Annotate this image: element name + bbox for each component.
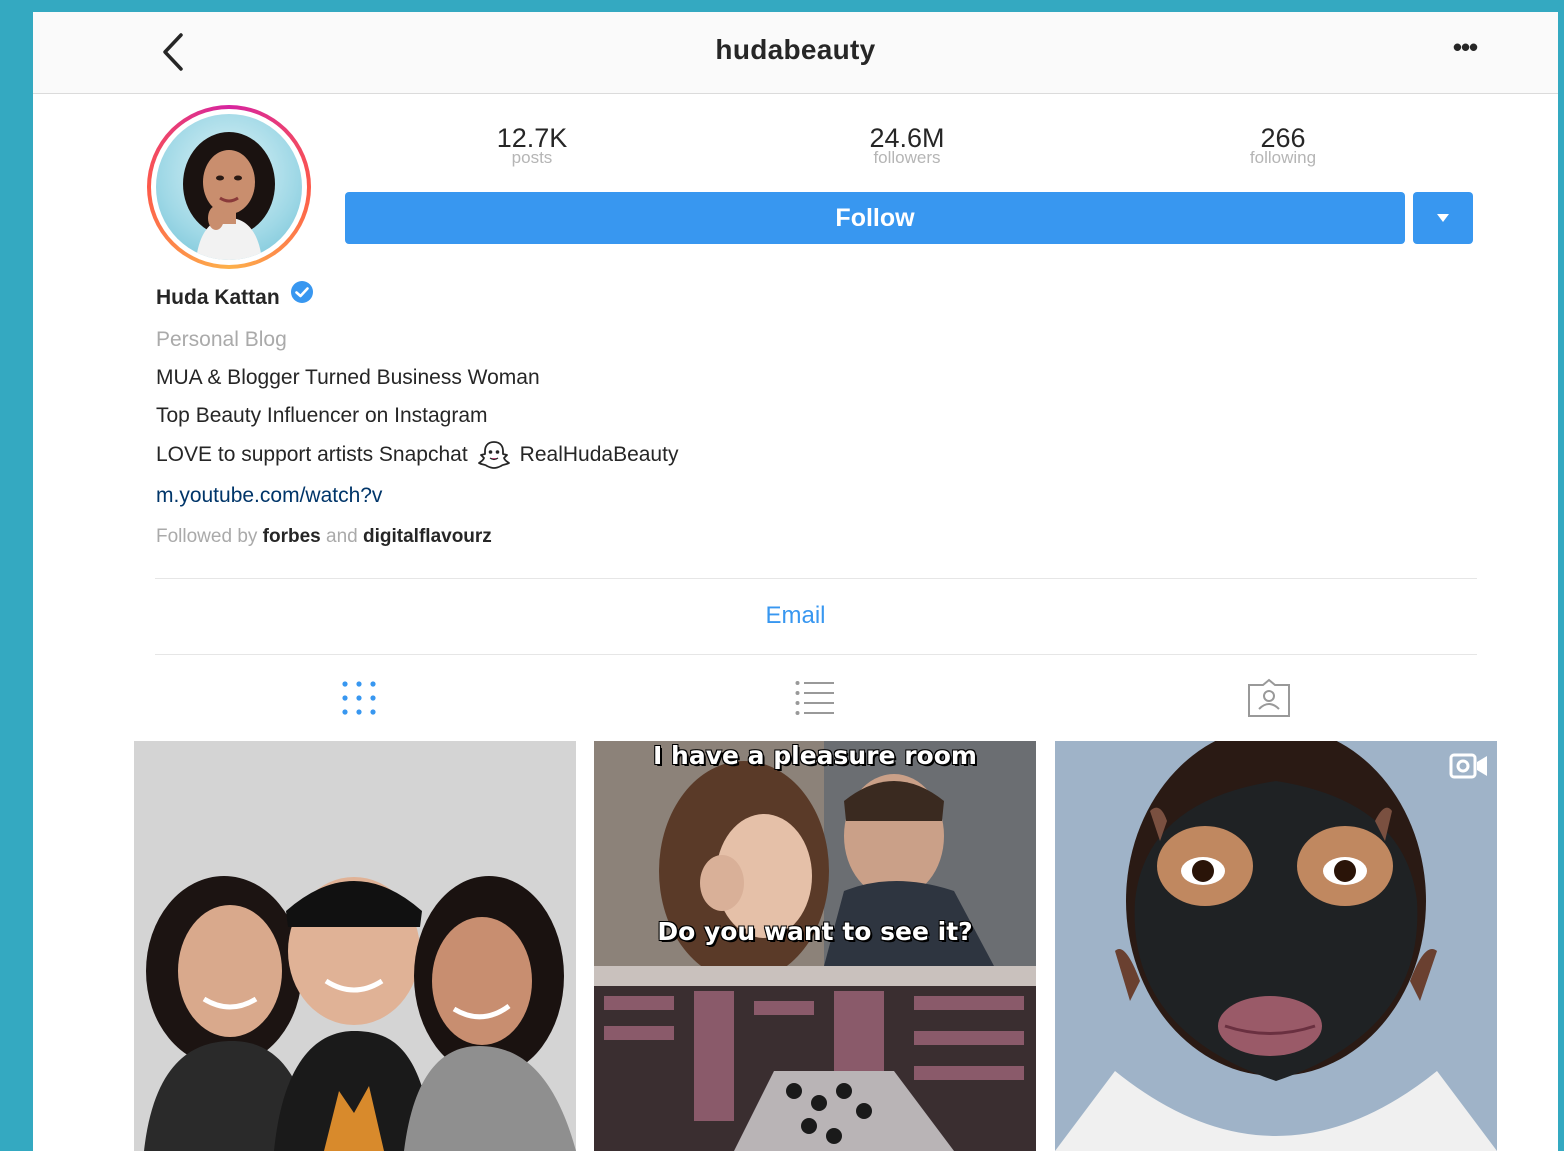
followed-by-text: Followed by forbes and digitalflavourz [156,526,492,548]
stat-following[interactable]: 266 following [1183,124,1383,166]
website-link[interactable]: m.youtube.com/watch?v [156,484,382,508]
stat-followers-label: followers [873,148,941,167]
avatar[interactable] [147,105,311,269]
bio-line-3-text: LOVE to support artists Snapchat [156,443,468,466]
more-options-button[interactable]: ••• [1445,32,1485,62]
snapchat-ghost-icon [477,441,510,469]
tagged-icon [1248,678,1290,717]
tab-grid[interactable] [335,676,383,720]
tab-list[interactable] [791,676,839,720]
followed-by-user-2[interactable]: digitalflavourz [363,526,492,547]
post-image [594,741,1036,1151]
list-icon [795,681,834,715]
bio-line-1: MUA & Blogger Turned Business Woman [156,366,540,389]
post-caption-middle: Do you want to see it? [657,917,973,946]
profile-name-row: Huda Kattan [156,281,314,310]
followed-by-prefix: Followed by [156,526,258,547]
stat-posts-label: posts [511,148,553,167]
top-bar: hudabeauty ••• [33,12,1558,94]
post-image [134,741,576,1151]
bio-line-3: LOVE to support artists Snapchat RealHud… [156,440,678,470]
grid-icon [342,681,376,715]
divider [155,578,1477,579]
stat-followers[interactable]: 24.6M followers [807,124,1007,166]
video-icon [1449,751,1489,781]
profile-username-title: hudabeauty [715,34,876,65]
followed-by-conjunction: and [326,526,358,547]
post-caption-top: I have a pleasure room [653,741,977,770]
stat-following-label: following [1249,148,1317,167]
post-thumbnail[interactable] [134,741,576,1151]
post-thumbnail[interactable] [1055,741,1497,1151]
post-image [1055,741,1497,1151]
follow-button[interactable]: Follow [345,192,1405,244]
profile-name: Huda Kattan [156,286,280,309]
profile-category: Personal Blog [156,328,287,351]
caret-down-icon [1437,214,1449,222]
bio-line-2: Top Beauty Influencer on Instagram [156,404,488,427]
post-thumbnail[interactable]: I have a pleasure room Do you want to se… [594,741,1036,1151]
snapchat-username: RealHudaBeauty [519,443,679,466]
follow-dropdown-button[interactable] [1413,192,1473,244]
stat-posts[interactable]: 12.7K posts [432,124,632,166]
verified-badge-icon [290,281,313,303]
instagram-profile-window: hudabeauty ••• 12.7K posts 24.6M followe… [33,12,1558,1151]
followed-by-user-1[interactable]: forbes [263,526,321,547]
email-button[interactable]: Email [33,602,1558,630]
divider [155,654,1477,655]
avatar-photo [156,114,302,260]
tab-tagged[interactable] [1245,676,1293,720]
